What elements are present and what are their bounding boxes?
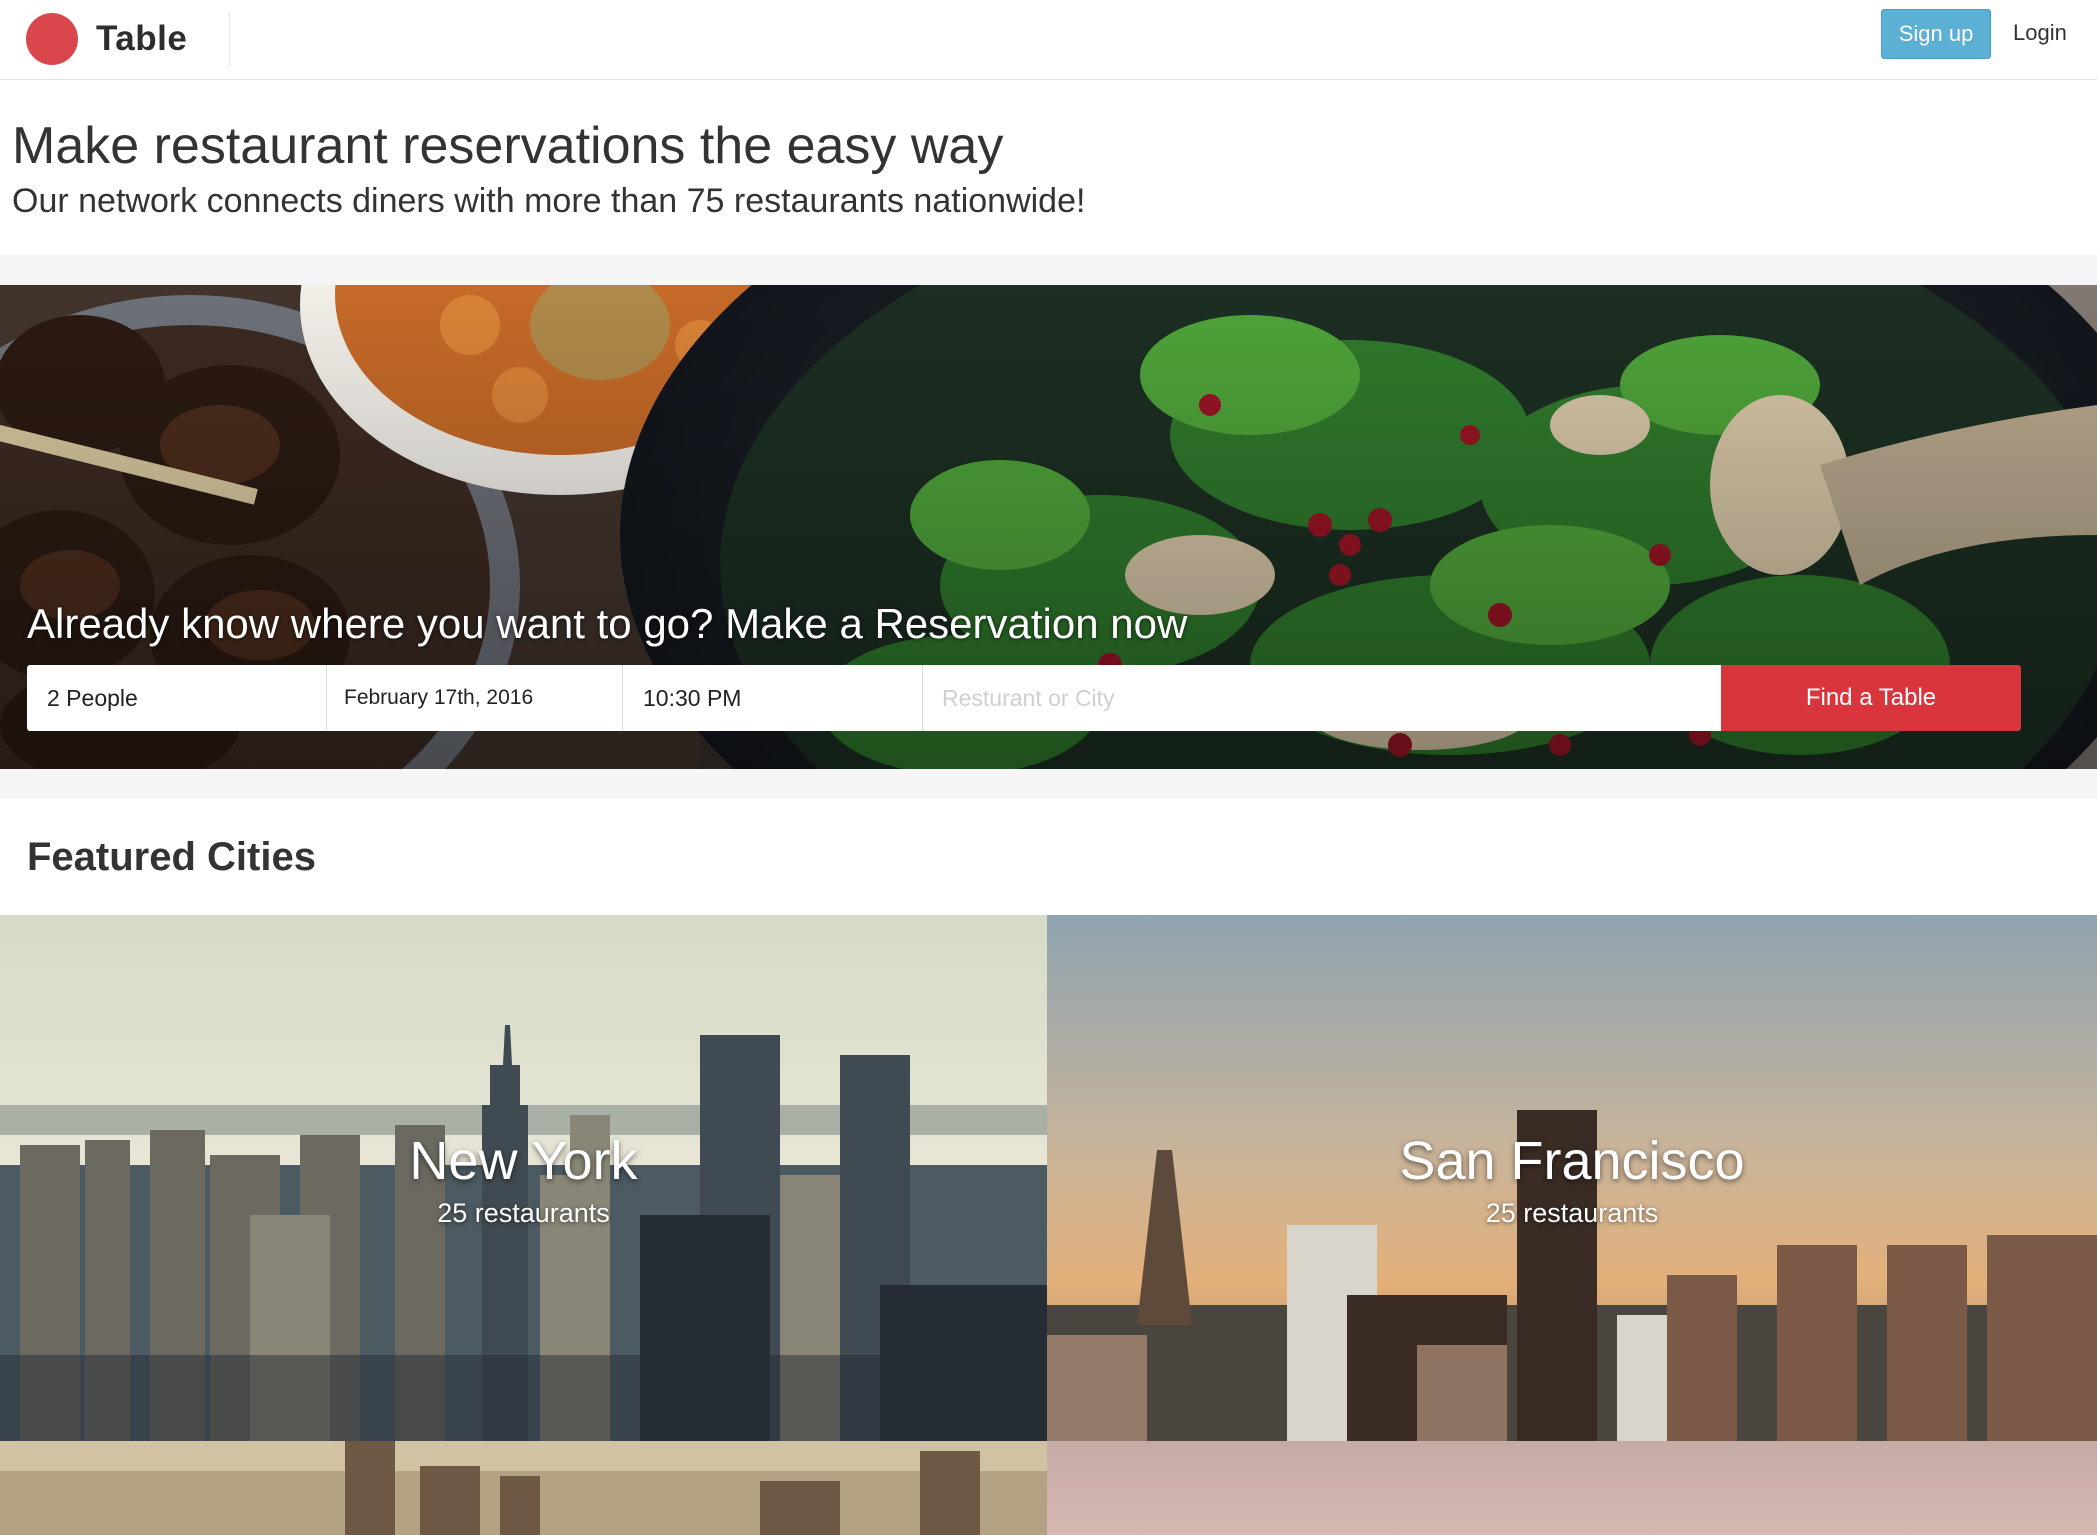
brand-logo-link[interactable]: Table — [26, 12, 187, 66]
reservation-form: 2 People February 17th, 2016 10:30 PM Fi… — [27, 665, 2027, 731]
city-card-partial[interactable] — [1047, 1441, 2097, 1535]
city-card-chicago-partial[interactable] — [0, 1441, 1047, 1535]
city-skyline-image — [0, 1441, 1047, 1535]
login-link[interactable]: Login — [2013, 20, 2067, 46]
city-name: San Francisco — [1399, 1131, 1745, 1191]
city-card-new-york[interactable]: New York 25 restaurants — [0, 915, 1047, 1441]
time-select[interactable]: 10:30 PM — [623, 665, 923, 731]
restaurant-search-field — [923, 665, 1721, 731]
city-name: New York — [409, 1131, 638, 1191]
brand-name: Table — [96, 19, 188, 58]
reservation-prompt-title: Already know where you want to go? Make … — [27, 600, 1188, 647]
city-restaurant-count: 25 restaurants — [437, 1198, 610, 1228]
date-picker[interactable]: February 17th, 2016 — [327, 665, 623, 731]
section-divider-band — [0, 255, 2097, 285]
restaurant-search-input[interactable] — [923, 665, 1721, 731]
city-skyline-image — [1047, 1441, 2097, 1535]
top-navbar: Table Sign up Login — [0, 0, 2097, 80]
party-size-select[interactable]: 2 People — [27, 665, 327, 731]
find-table-button[interactable]: Find a Table — [1721, 665, 2021, 731]
page-subheadline: Our network connects diners with more th… — [12, 182, 1086, 220]
navbar-divider — [229, 12, 230, 66]
city-card-san-francisco[interactable]: San Francisco 25 restaurants — [1047, 915, 2097, 1441]
featured-cities-heading: Featured Cities — [27, 835, 316, 879]
section-divider-band — [0, 769, 2097, 799]
signup-button[interactable]: Sign up — [1881, 9, 1991, 59]
city-restaurant-count: 25 restaurants — [1485, 1198, 1659, 1228]
page-headline: Make restaurant reservations the easy wa… — [12, 117, 1004, 175]
logo-circle-icon — [26, 13, 78, 65]
